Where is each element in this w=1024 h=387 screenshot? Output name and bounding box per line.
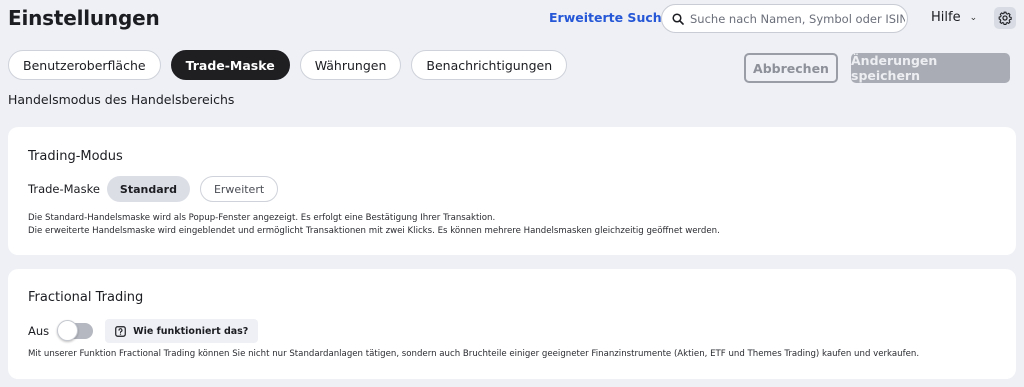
option-erweitert[interactable]: Erweitert	[199, 176, 279, 202]
search-icon	[672, 12, 684, 25]
help-label: Hilfe	[931, 10, 961, 25]
search-box[interactable]	[661, 4, 908, 33]
description-line: Die Standard-Handelsmaske wird als Popup…	[28, 213, 496, 223]
trading-mode-description: Die Standard-Handelsmaske wird als Popup…	[28, 212, 720, 237]
trade-mask-label: Trade-Maske	[28, 182, 100, 196]
how-it-works-label: Wie funktioniert das?	[133, 325, 249, 337]
tab-waehrungen[interactable]: Währungen	[299, 50, 402, 80]
chevron-down-icon: ⌄	[969, 12, 978, 23]
cancel-button[interactable]: Abbrechen	[744, 53, 838, 83]
fractional-description: Mit unserer Funktion Fractional Trading …	[28, 349, 920, 359]
help-menu[interactable]: Hilfe ⌄	[931, 10, 977, 25]
trading-mode-card: Trading-Modus Trade-Maske Standard Erwei…	[8, 127, 1016, 255]
description-line: Die erweiterte Handelsmaske wird eingebl…	[28, 225, 720, 236]
section-subtitle: Handelsmodus des Handelsbereichs	[8, 92, 235, 107]
trading-mode-title: Trading-Modus	[28, 149, 123, 164]
fractional-trading-card: Fractional Trading Aus Wie funktioniert …	[8, 269, 1016, 379]
page-title: Einstellungen	[8, 6, 160, 30]
fractional-toggle[interactable]	[57, 320, 94, 341]
advanced-search-link[interactable]: Erweiterte Suche	[549, 10, 670, 25]
settings-button[interactable]	[994, 7, 1016, 29]
trade-mask-row: Trade-Maske Standard Erweitert	[28, 176, 279, 202]
settings-tabs: Benutzeroberfläche Trade-Maske Währungen…	[8, 50, 568, 80]
option-standard[interactable]: Standard	[106, 176, 190, 202]
fractional-trading-title: Fractional Trading	[28, 290, 144, 305]
gear-icon	[998, 11, 1012, 25]
fractional-toggle-row: Aus Wie funktioniert das?	[28, 319, 259, 343]
question-square-icon	[115, 325, 127, 337]
search-input[interactable]	[690, 11, 905, 26]
toggle-state-label: Aus	[28, 324, 50, 338]
how-it-works-button[interactable]: Wie funktioniert das?	[105, 319, 259, 343]
tab-benutzeroberflaeche[interactable]: Benutzeroberfläche	[8, 50, 161, 80]
tab-benachrichtigungen[interactable]: Benachrichtigungen	[411, 50, 568, 80]
toggle-knob	[57, 320, 79, 341]
save-changes-button[interactable]: Änderungen speichern	[851, 53, 1010, 83]
tab-trade-maske[interactable]: Trade-Maske	[170, 50, 290, 80]
